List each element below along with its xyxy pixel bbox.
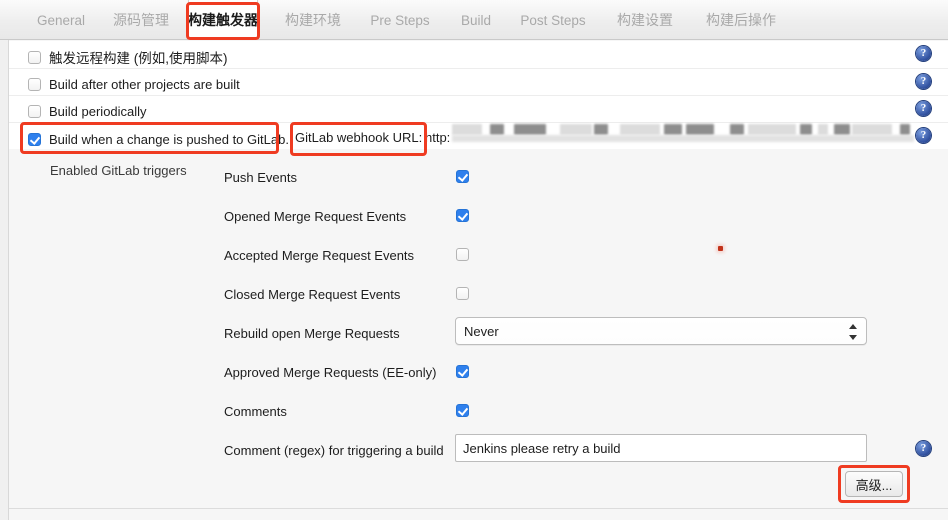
- gitlab-trigger-row-2: Accepted Merge Request Events: [224, 245, 414, 265]
- config-tab-bar: General 源码管理 构建触发器 构建环境 Pre Steps Build Post S…: [0, 0, 948, 40]
- tab-7[interactable]: 构建设置: [604, 0, 686, 40]
- comment-regex-value: Jenkins please retry a build: [463, 440, 621, 456]
- trigger-checkbox-2[interactable]: [28, 104, 41, 118]
- tab-label: Pre Steps: [370, 12, 430, 28]
- gitlab-trigger-checkbox-2[interactable]: [456, 248, 469, 261]
- help-icon-periodically[interactable]: [916, 101, 931, 116]
- gitlab-trigger-row-1: Opened Merge Request Events: [224, 206, 406, 226]
- tab-label: 源码管理: [113, 12, 169, 28]
- tab-6[interactable]: Post Steps: [508, 0, 598, 40]
- gitlab-trigger-label: Comment (regex) for triggering a build: [224, 442, 444, 458]
- trigger-row-2[interactable]: Build periodically: [28, 100, 147, 122]
- gitlab-trigger-label: Approved Merge Requests (EE-only): [224, 364, 437, 380]
- webhook-url-prefix: http:: [425, 130, 451, 145]
- gitlab-trigger-row-6: Comments: [224, 401, 287, 421]
- gitlab-trigger-checkbox-0[interactable]: [456, 170, 469, 183]
- gitlab-trigger-label: Push Events: [224, 169, 297, 185]
- gitlab-trigger-checkbox-1[interactable]: [456, 209, 469, 222]
- tab-5[interactable]: Build: [448, 0, 504, 40]
- rebuild-select-value: Never: [464, 323, 499, 339]
- gitlab-trigger-label: Opened Merge Request Events: [224, 208, 407, 224]
- panel-bottom-divider: [9, 508, 948, 509]
- gitlab-trigger-checkbox-6[interactable]: [456, 404, 469, 417]
- tab-active-2[interactable]: 构建触发器: [188, 0, 258, 40]
- gitlab-trigger-row-3: Closed Merge Request Events: [224, 284, 400, 304]
- gitlab-trigger-row-5: Approved Merge Requests (EE-only): [224, 362, 436, 382]
- annotation-dot: [718, 246, 723, 251]
- gitlab-trigger-checkbox-3[interactable]: [456, 287, 469, 300]
- comment-regex-input[interactable]: Jenkins please retry a build: [455, 434, 867, 462]
- window-left-gutter: [0, 40, 8, 520]
- tab-label: Build: [460, 12, 492, 28]
- row-divider: [9, 122, 948, 123]
- help-icon-remote-trigger[interactable]: [916, 46, 931, 61]
- trigger-checkbox-3[interactable]: [28, 132, 41, 146]
- webhook-url-redacted: [452, 124, 914, 144]
- webhook-url-label: GitLab webhook URL:: [295, 130, 423, 145]
- trigger-row-3[interactable]: Build when a change is pushed to GitLab.: [28, 128, 289, 150]
- tab-label: 构建后操作: [706, 12, 776, 28]
- trigger-label: 触发远程构建 (例如,使用脚本): [49, 51, 228, 66]
- trigger-label: Build when a change is pushed to GitLab.: [49, 131, 289, 147]
- help-icon-comment-regex[interactable]: [916, 441, 931, 456]
- gitlab-trigger-label: Accepted Merge Request Events: [224, 247, 415, 263]
- row-divider: [9, 68, 948, 69]
- row-divider: [9, 95, 948, 96]
- help-icon-after-projects[interactable]: [916, 74, 931, 89]
- gitlab-trigger-row-7: Comment (regex) for triggering a build: [224, 440, 444, 460]
- rebuild-open-merge-requests-select[interactable]: Never: [455, 317, 867, 345]
- gitlab-trigger-label: Comments: [224, 403, 287, 419]
- stepper-updown-icon[interactable]: [849, 322, 858, 342]
- tab-label: Post Steps: [520, 12, 586, 28]
- tab-label: 构建设置: [617, 12, 673, 28]
- tab-1[interactable]: 源码管理: [100, 0, 182, 40]
- tab-label: 构建环境: [285, 12, 341, 28]
- tab-8[interactable]: 构建后操作: [692, 0, 790, 40]
- enabled-gitlab-triggers-label: Enabled GitLab triggers: [50, 163, 187, 178]
- trigger-row-0[interactable]: 触发远程构建 (例如,使用脚本): [28, 46, 228, 68]
- tab-3[interactable]: 构建环境: [272, 0, 354, 40]
- tab-4[interactable]: Pre Steps: [360, 0, 440, 40]
- gitlab-trigger-label: Closed Merge Request Events: [224, 286, 401, 302]
- tab-label: 构建触发器: [188, 11, 258, 28]
- help-icon-gitlab-push[interactable]: [916, 128, 931, 143]
- trigger-label: Build after other projects are built: [49, 76, 240, 92]
- tab-0[interactable]: General: [26, 0, 96, 40]
- advanced-button[interactable]: 高级...: [845, 471, 903, 497]
- trigger-row-1[interactable]: Build after other projects are built: [28, 73, 240, 95]
- gitlab-trigger-row-0: Push Events: [224, 167, 297, 187]
- tab-label: General: [36, 12, 86, 28]
- gitlab-trigger-row-4: Rebuild open Merge Requests: [224, 323, 400, 343]
- trigger-checkbox-0[interactable]: [28, 50, 41, 64]
- gitlab-trigger-checkbox-5[interactable]: [456, 365, 469, 378]
- trigger-checkbox-1[interactable]: [28, 77, 41, 91]
- trigger-label: Build periodically: [49, 103, 147, 119]
- gitlab-trigger-label: Rebuild open Merge Requests: [224, 325, 400, 341]
